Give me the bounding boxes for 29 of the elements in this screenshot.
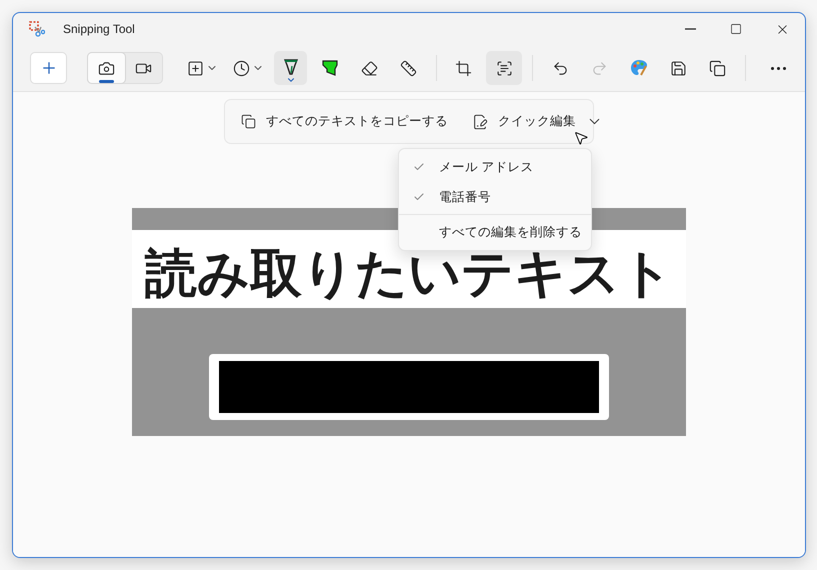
ruler-icon xyxy=(400,60,418,76)
copy-all-text-button[interactable]: すべてのテキストをコピーする xyxy=(235,107,454,136)
edit-document-icon xyxy=(472,114,488,130)
copy-icon xyxy=(241,114,256,129)
clock-icon xyxy=(232,60,250,76)
menu-item[interactable]: メール アドレス xyxy=(399,152,591,182)
photo-mode-button[interactable] xyxy=(88,53,126,83)
menu-item[interactable]: すべての編集を削除する xyxy=(399,217,591,247)
save-icon xyxy=(670,60,687,76)
camera-icon xyxy=(98,60,116,76)
copy-icon xyxy=(709,60,726,76)
crop-icon xyxy=(454,60,472,76)
more-icon xyxy=(770,66,786,70)
scan-text-icon xyxy=(496,60,513,76)
quick-edit-button[interactable]: クイック編集 xyxy=(466,107,582,136)
pen-button[interactable] xyxy=(274,51,308,85)
app-icon xyxy=(29,21,45,37)
highlighter-icon xyxy=(322,59,338,77)
text-actions-button[interactable] xyxy=(486,51,522,85)
palette-icon xyxy=(630,59,648,77)
maximize-icon xyxy=(730,23,742,35)
redo-icon xyxy=(591,60,608,76)
minimize-icon xyxy=(684,28,696,30)
captured-heading: 読み取りたいテキスト xyxy=(145,246,673,302)
eraser-icon xyxy=(360,60,378,76)
square-plus-icon xyxy=(187,60,204,76)
undo-icon xyxy=(552,60,569,76)
menu-item[interactable]: 電話番号 xyxy=(399,182,591,212)
window-title: Snipping Tool xyxy=(63,22,136,36)
